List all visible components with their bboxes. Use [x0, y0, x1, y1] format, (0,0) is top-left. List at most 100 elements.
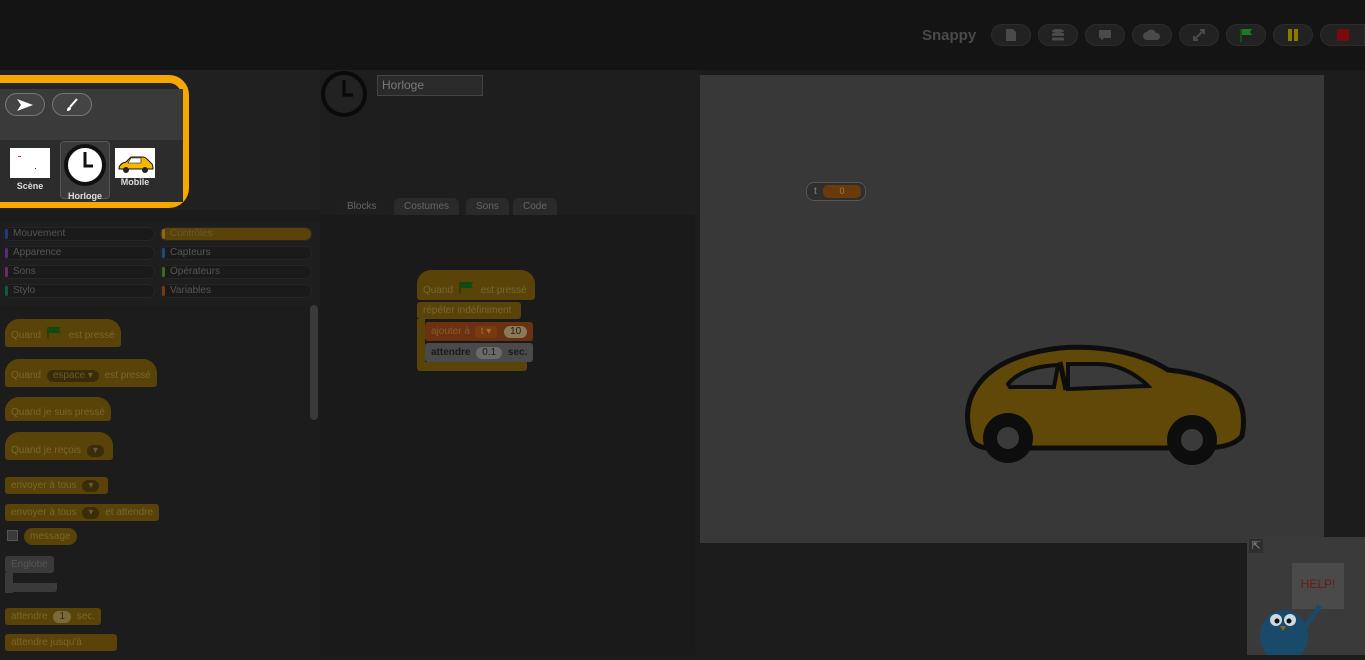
- fullscreen-icon: [1193, 29, 1205, 41]
- block-text: et attendre: [105, 507, 154, 518]
- block-when-key-pressed[interactable]: Quand espace ▾ est pressé: [5, 359, 157, 387]
- block-text: est pressé: [480, 285, 527, 296]
- app-title: Snappy: [922, 27, 977, 44]
- cloud-button[interactable]: [1132, 24, 1172, 46]
- block-when-clicked[interactable]: Quand je suis pressé: [5, 397, 111, 421]
- corral-sprite-stage[interactable]: Scène: [5, 148, 55, 191]
- pause-icon: [1288, 29, 1298, 41]
- key-dropdown[interactable]: espace ▾: [46, 370, 99, 382]
- block-text: Quand: [423, 285, 454, 296]
- block-broadcast[interactable]: envoyer à tous ▾: [5, 477, 109, 494]
- car-sprite[interactable]: [960, 340, 1250, 470]
- stage-thumbnail: [10, 148, 50, 178]
- key-dropdown-value: espace: [52, 370, 86, 381]
- block-englobe[interactable]: Englobe: [5, 556, 54, 573]
- block-text: attendre jusqu'à: [11, 637, 82, 648]
- stop-button[interactable]: [1320, 24, 1365, 46]
- green-flag-icon: [459, 282, 473, 294]
- comment-button[interactable]: [1085, 24, 1125, 46]
- bird-icon: [1260, 604, 1323, 660]
- stage[interactable]: [700, 75, 1324, 543]
- pause-button[interactable]: [1273, 24, 1313, 46]
- forever-c-bottom: [417, 362, 527, 371]
- car-thumbnail: [115, 148, 155, 178]
- change-amount-input[interactable]: 10: [504, 326, 528, 338]
- watcher-value: 0: [823, 185, 861, 198]
- block-text: envoyer à tous: [11, 507, 77, 518]
- file-icon: [1006, 29, 1016, 41]
- stop-icon: [1336, 29, 1349, 41]
- script-forever[interactable]: répéter indéfiniment: [417, 302, 522, 319]
- message-watcher-checkbox[interactable]: [7, 530, 18, 541]
- help-sign-text: HELP!: [1300, 577, 1336, 591]
- variable-dropdown[interactable]: t ▾: [474, 326, 498, 338]
- block-text: ajouter à: [431, 326, 470, 337]
- script-when-flag-clicked[interactable]: Quand est pressé: [417, 270, 535, 300]
- category-mouvement[interactable]: Mouvement: [3, 227, 155, 241]
- block-text: attendre: [11, 611, 48, 622]
- block-text: attendre: [431, 347, 471, 358]
- car-icon: [118, 156, 154, 173]
- fullscreen-button[interactable]: [1179, 24, 1219, 46]
- category-stylo[interactable]: Stylo: [3, 284, 155, 298]
- corral-sprite-mobile[interactable]: Mobile: [110, 148, 160, 187]
- file-button[interactable]: [991, 24, 1031, 46]
- englobe-c-bottom: [5, 583, 57, 592]
- clock-icon: [321, 71, 367, 117]
- script-change-variable[interactable]: ajouter à t ▾ 10: [425, 322, 534, 341]
- expand-arrow-icon[interactable]: ⇱: [1249, 539, 1263, 553]
- category-sons[interactable]: Sons: [3, 265, 155, 279]
- green-flag-button[interactable]: [1226, 24, 1266, 46]
- category-capteurs[interactable]: Capteurs: [160, 246, 312, 260]
- block-text: sec.: [76, 611, 96, 622]
- cloud-icon: [1143, 29, 1161, 40]
- palette-scrollbar[interactable]: [310, 305, 318, 420]
- block-text: envoyer à tous: [11, 480, 77, 491]
- wait-seconds-input[interactable]: 1: [53, 611, 72, 623]
- corral-sprite-horloge[interactable]: Horloge: [60, 141, 110, 201]
- sprite-label-mobile: Mobile: [120, 177, 150, 187]
- broadcast-dropdown[interactable]: ▾: [82, 480, 100, 492]
- database-button[interactable]: [1038, 24, 1078, 46]
- variable-dropdown-value: t: [480, 326, 484, 337]
- tab-sons[interactable]: Sons: [466, 198, 509, 215]
- forever-c-arm: [417, 319, 425, 364]
- block-text: Quand je reçois: [11, 445, 82, 456]
- clock-icon: [64, 144, 106, 186]
- category-operateurs[interactable]: Opérateurs: [160, 265, 312, 279]
- block-broadcast-and-wait[interactable]: envoyer à tous ▾ et attendre: [5, 504, 160, 521]
- turtle-arrow-icon: [17, 98, 33, 111]
- broadcast-wait-dropdown[interactable]: ▾: [82, 507, 100, 519]
- block-wait-until[interactable]: attendre jusqu'à: [5, 634, 117, 651]
- category-variables[interactable]: Variables: [160, 284, 312, 298]
- database-icon: [1052, 29, 1064, 41]
- tab-code[interactable]: Code: [513, 198, 557, 215]
- block-text: est pressé: [68, 330, 115, 341]
- bird-mascot: [1256, 598, 1326, 660]
- block-wait-seconds[interactable]: attendre 1 sec.: [5, 608, 102, 625]
- block-text: Quand: [11, 330, 42, 341]
- block-when-flag-clicked[interactable]: Quand est pressé: [5, 319, 121, 347]
- car-icon: [964, 344, 1246, 465]
- message-dropdown[interactable]: ▾: [86, 445, 104, 457]
- sprite-name-input[interactable]: Horloge: [377, 75, 483, 96]
- green-flag-icon: [47, 327, 61, 339]
- block-text: est pressé: [104, 370, 151, 381]
- block-when-receive[interactable]: Quand je reçois ▾: [5, 432, 113, 460]
- paintbrush-icon: [67, 97, 78, 111]
- block-message-reporter[interactable]: message: [24, 528, 77, 545]
- green-flag-icon: [1240, 29, 1252, 42]
- tab-blocks[interactable]: Blocks: [337, 198, 387, 215]
- tab-costumes[interactable]: Costumes: [394, 198, 460, 215]
- add-turtle-sprite-button[interactable]: [5, 93, 45, 116]
- speech-bubble-icon: [1099, 29, 1111, 41]
- variable-watcher[interactable]: t 0: [806, 182, 866, 201]
- wait-seconds-input[interactable]: 0.1: [476, 347, 503, 359]
- block-text: sec.: [507, 347, 528, 358]
- category-apparence[interactable]: Apparence: [3, 246, 155, 260]
- script-wait-seconds[interactable]: attendre 0.1 sec.: [425, 343, 534, 362]
- paint-new-sprite-button[interactable]: [52, 93, 92, 116]
- watcher-label: t: [814, 186, 817, 197]
- block-text: Quand: [11, 370, 42, 381]
- category-controles[interactable]: Contrôles: [160, 227, 312, 241]
